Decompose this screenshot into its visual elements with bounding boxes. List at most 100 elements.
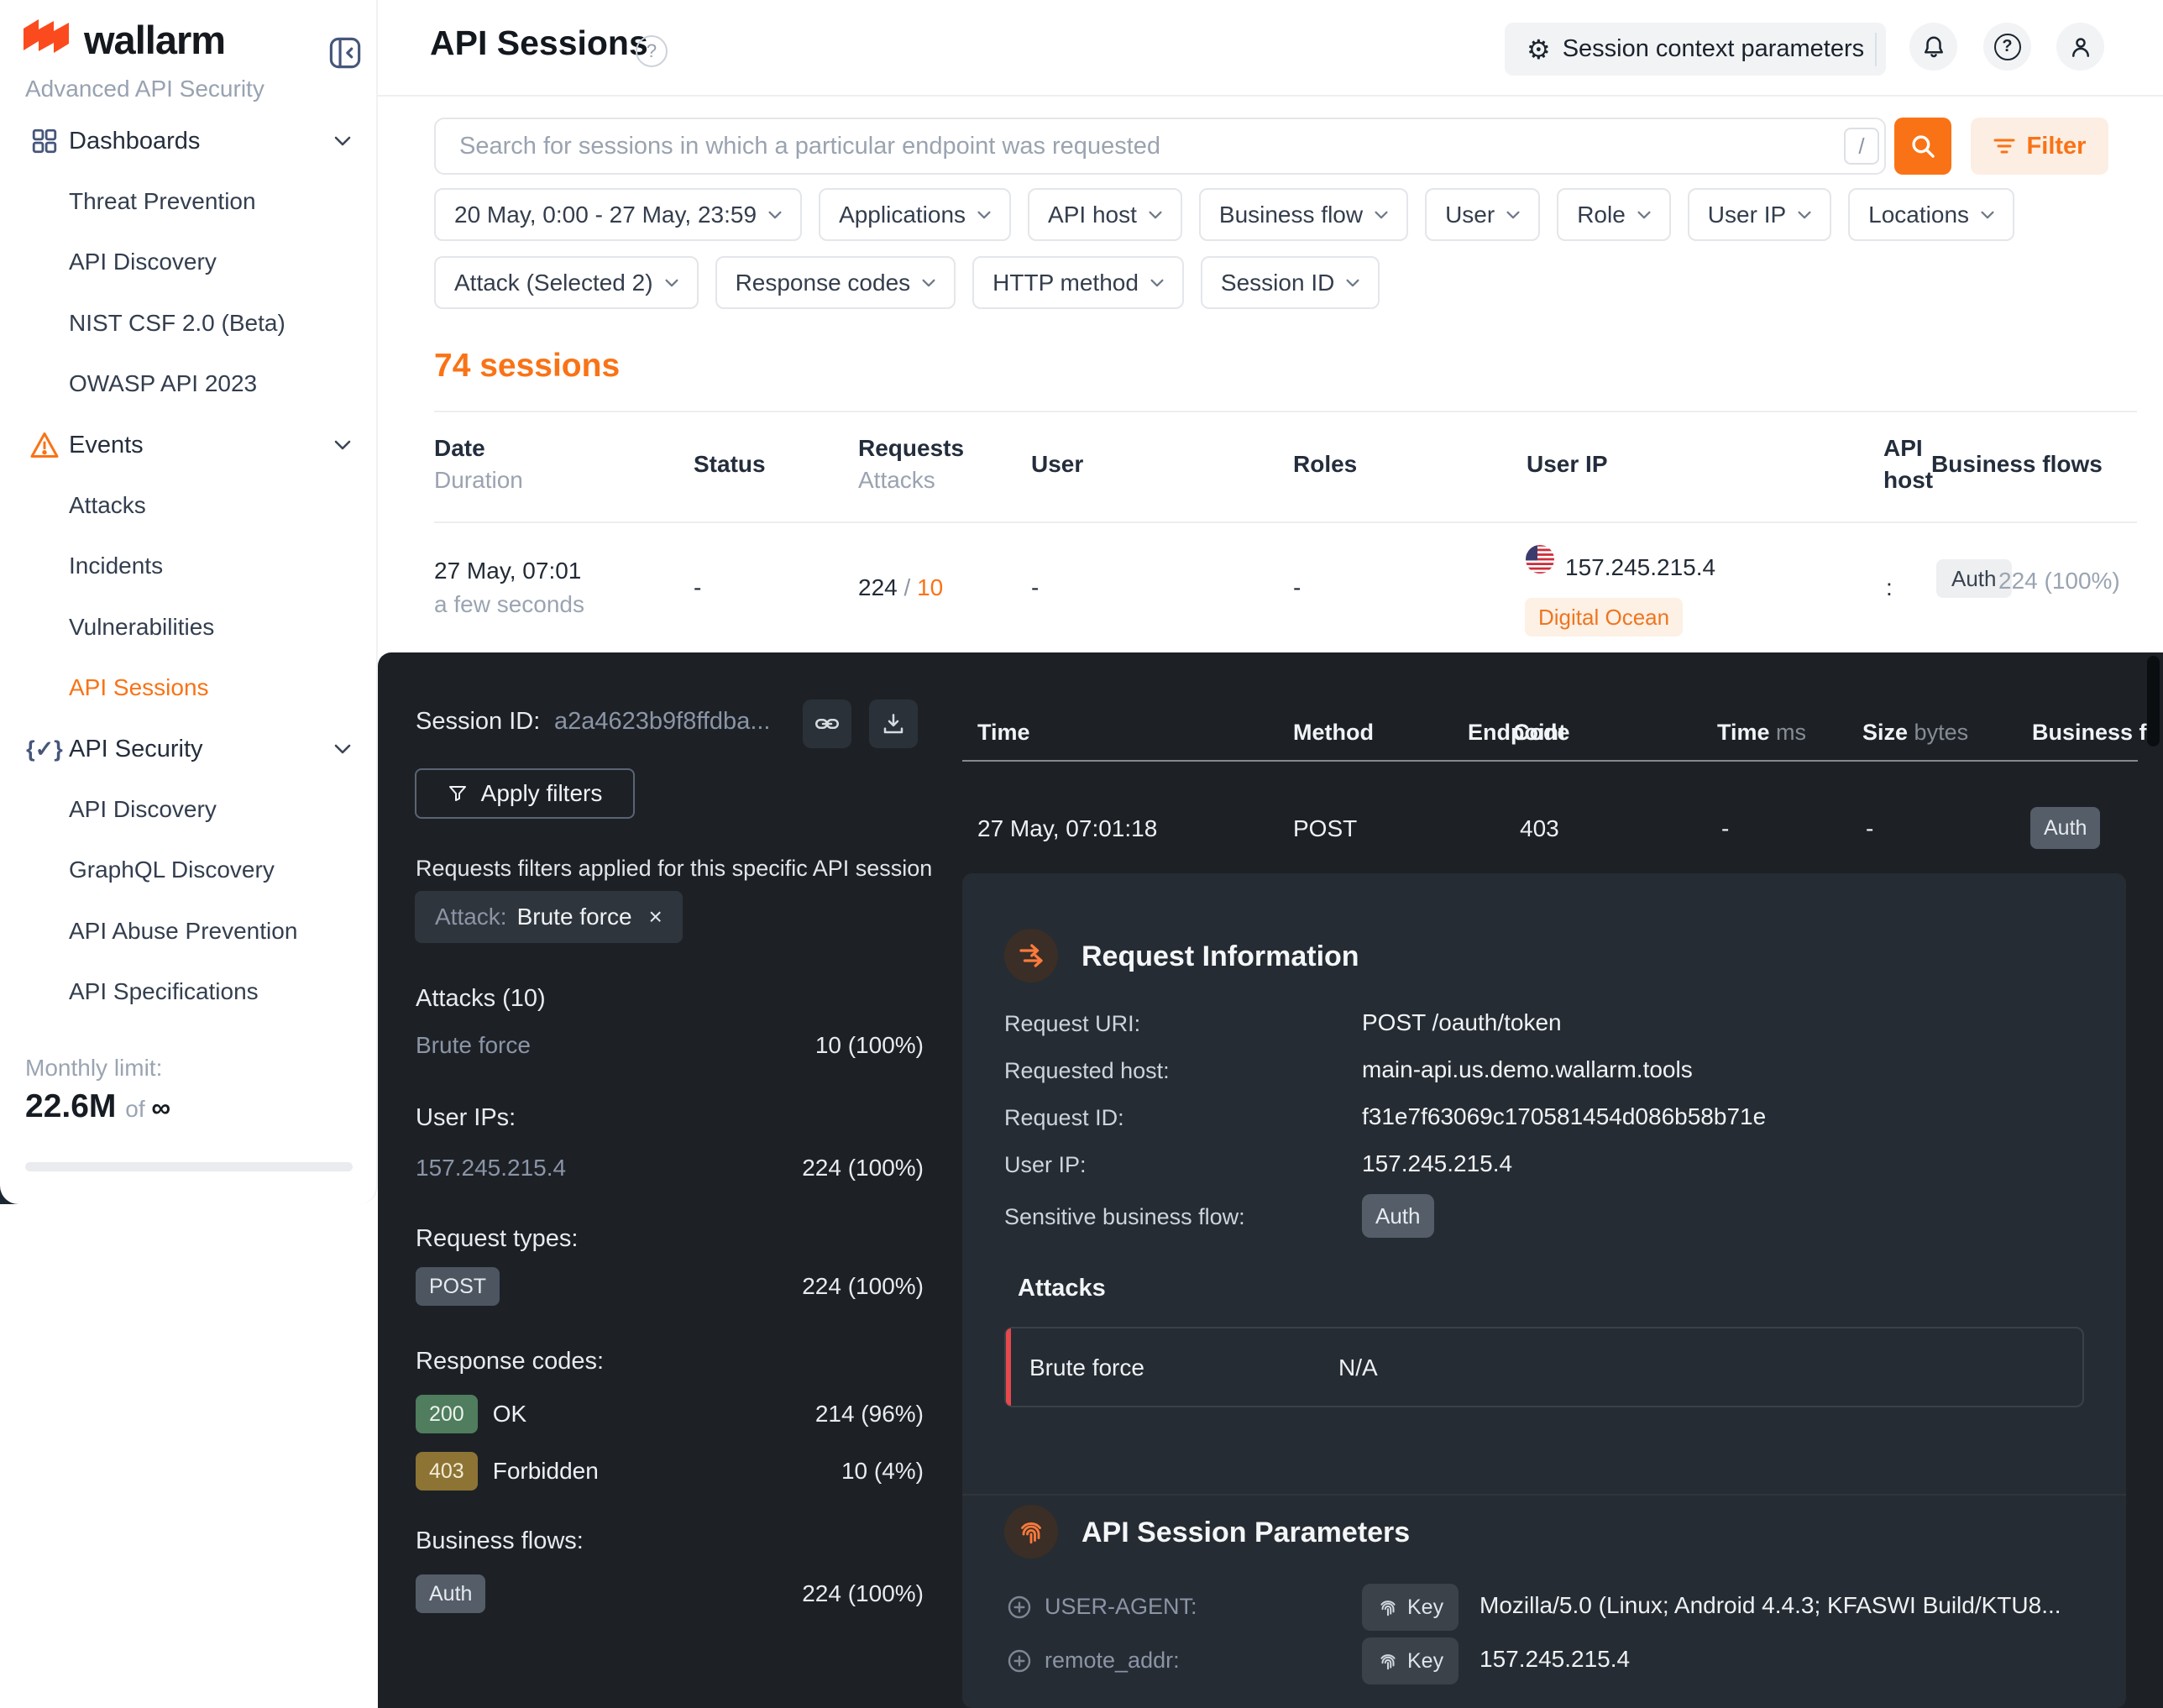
chip-http-method[interactable]: HTTP method — [972, 256, 1184, 309]
card-section-divider — [962, 1494, 2126, 1496]
notifications-button[interactable] — [1909, 23, 1957, 71]
field-label: Request URI: — [1004, 1011, 1140, 1037]
sidebar-collapse-icon[interactable] — [327, 35, 363, 71]
chevron-down-icon — [1798, 211, 1811, 219]
session-params-icon-circle — [1004, 1505, 1058, 1559]
chip-applications[interactable]: Applications — [819, 188, 1011, 241]
param-key: USER-AGENT: — [1045, 1594, 1197, 1620]
sidebar-section-dashboards[interactable]: Dashboards — [0, 111, 378, 171]
attack-row[interactable]: Brute force N/A — [1004, 1327, 2084, 1407]
monthly-limit-value: 22.6M of ∞ — [25, 1088, 170, 1125]
field-value: 157.245.215.4 — [1362, 1150, 1512, 1177]
sidebar: wallarm Advanced API Security Dashboards… — [0, 0, 378, 1204]
fingerprint-icon — [1377, 1596, 1399, 1618]
person-icon — [2068, 34, 2093, 60]
sidebar-item-api-discovery[interactable]: API Discovery — [0, 232, 378, 292]
col-requests[interactable]: Requests — [858, 435, 964, 462]
copy-link-button[interactable] — [803, 699, 851, 748]
sidebar-item-api-sessions[interactable]: API Sessions — [0, 658, 378, 718]
chevron-down-icon — [334, 136, 351, 146]
session-detail-drawer: Session ID: a2a4623b9f8ffdba... Apply fi… — [378, 652, 2163, 1708]
filters-note: Requests filters applied for this specif… — [416, 856, 932, 882]
col-attacks[interactable]: Attacks — [858, 467, 935, 494]
download-button[interactable] — [869, 699, 918, 748]
filter-chip-row-1: 20 May, 0:00 - 27 May, 23:59 Application… — [434, 188, 2014, 241]
sidebar-item-incidents[interactable]: Incidents — [0, 536, 378, 596]
us-flag-icon — [1525, 544, 1555, 574]
sidebar-item-threat-prevention[interactable]: Threat Prevention — [0, 171, 378, 232]
filter-chip-row-2: Attack (Selected 2) Response codes HTTP … — [434, 256, 1380, 309]
brand-subtitle: Advanced API Security — [25, 76, 264, 102]
status-403-badge: 403 — [416, 1452, 478, 1491]
chip-date-range[interactable]: 20 May, 0:00 - 27 May, 23:59 — [434, 188, 802, 241]
rt-flow-badge: Auth — [2030, 807, 2100, 849]
key-badge[interactable]: Key — [1362, 1584, 1459, 1631]
search-icon — [1909, 132, 1937, 160]
warning-icon — [25, 431, 64, 459]
sidebar-item-vulnerabilities[interactable]: Vulnerabilities — [0, 597, 378, 658]
request-info-title: Request Information — [1082, 940, 1359, 973]
session-context-parameters-button[interactable]: ⚙ Session context parameters — [1505, 23, 1886, 76]
apply-filters-button[interactable]: Apply filters — [415, 768, 635, 819]
app-window: wallarm Advanced API Security Dashboards… — [0, 0, 2163, 1708]
status-200-badge: 200 — [416, 1395, 478, 1433]
attack-filter-chip[interactable]: Attack: Brute force × — [415, 891, 683, 943]
session-id-value: a2a4623b9f8ffdba... — [554, 708, 771, 736]
vertical-scrollbar[interactable] — [2147, 656, 2160, 747]
rt-col-code: Code — [1513, 720, 1570, 746]
sidebar-item-owasp[interactable]: OWASP API 2023 — [0, 354, 378, 414]
search-input[interactable] — [434, 118, 1886, 175]
chevron-down-icon — [1981, 211, 1994, 219]
field-value: POST /oauth/token — [1362, 1009, 1562, 1036]
sidebar-section-events[interactable]: Events — [0, 415, 378, 475]
col-duration[interactable]: Duration — [434, 467, 523, 494]
param-value: 157.245.215.4 — [1480, 1646, 1630, 1673]
rt-col-method: Method — [1293, 720, 1374, 746]
search-button[interactable] — [1894, 118, 1951, 175]
col-date[interactable]: Date — [434, 435, 485, 462]
cell-roles: - — [1293, 574, 1301, 601]
request-types-title: Request types: — [416, 1225, 578, 1253]
chip-user-ip[interactable]: User IP — [1688, 188, 1831, 241]
method-badge: POST — [416, 1267, 500, 1306]
chip-session-id[interactable]: Session ID — [1201, 256, 1380, 309]
page-help-icon[interactable]: ? — [636, 35, 668, 67]
key-badge[interactable]: Key — [1362, 1637, 1459, 1684]
help-button[interactable]: ? — [1983, 23, 2031, 71]
sidebar-item-api-specifications[interactable]: API Specifications — [0, 961, 378, 1022]
sidebar-item-api-abuse-prevention[interactable]: API Abuse Prevention — [0, 901, 378, 961]
chevron-down-icon — [334, 744, 351, 754]
filter-button[interactable]: Filter — [1971, 118, 2108, 175]
expand-icon[interactable] — [1006, 1594, 1033, 1621]
page-title: API Sessions — [430, 24, 648, 63]
sidebar-item-nist-csf[interactable]: NIST CSF 2.0 (Beta) — [0, 293, 378, 354]
chip-user[interactable]: User — [1425, 188, 1540, 241]
sidebar-item-graphql-discovery[interactable]: GraphQL Discovery — [0, 840, 378, 900]
rt-cell-method: POST — [1293, 815, 1357, 842]
chip-api-host[interactable]: API host — [1028, 188, 1182, 241]
monthly-limit-label: Monthly limit: — [25, 1055, 162, 1082]
account-button[interactable] — [2056, 23, 2104, 71]
table-divider — [434, 411, 2137, 412]
chevron-down-icon — [1375, 211, 1388, 219]
col-roles: Roles — [1293, 451, 1357, 478]
col-api-host: API — [1883, 435, 1923, 462]
chip-role[interactable]: Role — [1557, 188, 1671, 241]
rt-col-time: Time — [977, 720, 1030, 746]
close-icon[interactable]: × — [649, 904, 663, 930]
chip-attack[interactable]: Attack (Selected 2) — [434, 256, 699, 309]
sensitive-flow-label: Sensitive business flow: — [1004, 1204, 1245, 1230]
sidebar-section-api-security[interactable]: {✓} API Security — [0, 719, 378, 779]
business-flow-stat-row: Auth 224 (100%) — [416, 1574, 924, 1613]
user-ips-title: User IPs: — [416, 1104, 516, 1132]
request-detail-card: Request Information Request URI: POST /o… — [962, 873, 2126, 1708]
chip-response-codes[interactable]: Response codes — [715, 256, 956, 309]
expand-icon[interactable] — [1006, 1648, 1033, 1674]
rt-col-business: Business fl — [2032, 720, 2153, 746]
chip-locations[interactable]: Locations — [1848, 188, 2014, 241]
user-ip-stat-row: 157.245.215.4224 (100%) — [416, 1155, 924, 1181]
chip-business-flow[interactable]: Business flow — [1199, 188, 1408, 241]
sidebar-item-api-discovery-2[interactable]: API Discovery — [0, 779, 378, 840]
cell-user-ip[interactable]: 157.245.215.4 — [1565, 554, 1715, 581]
sidebar-item-attacks[interactable]: Attacks — [0, 475, 378, 536]
